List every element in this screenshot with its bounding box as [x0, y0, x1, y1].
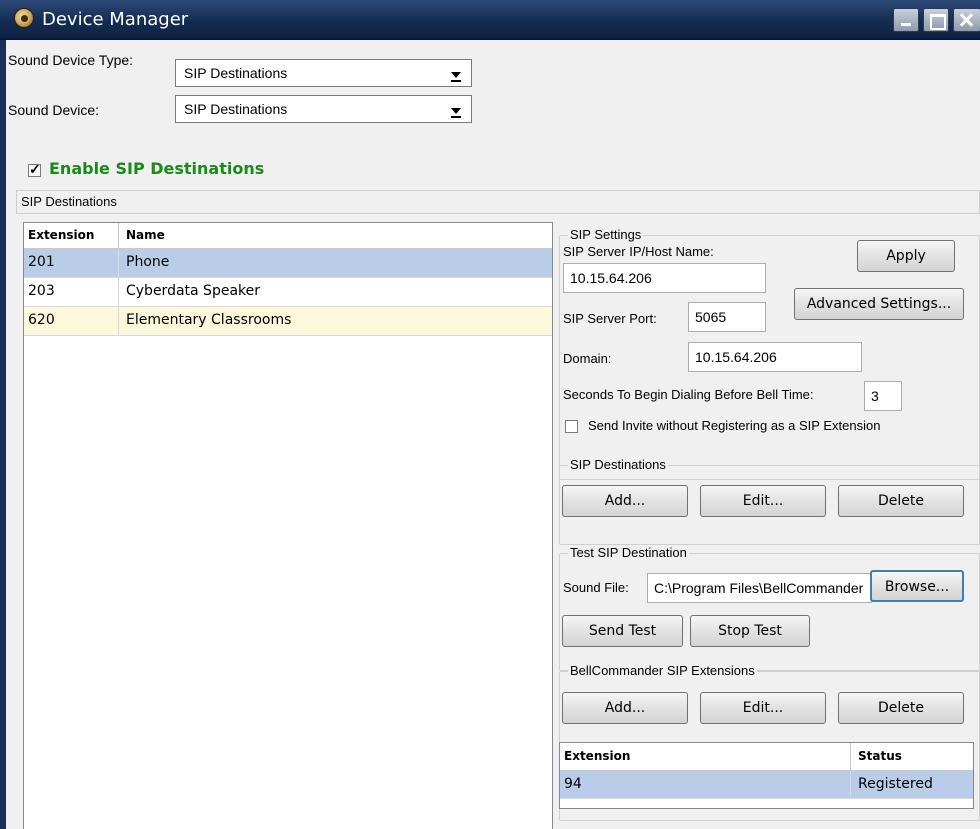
sound-device-select[interactable]: SIP Destinations: [175, 95, 472, 123]
device-type-select[interactable]: SIP Destinations: [175, 59, 472, 87]
list-item[interactable]: 620 Elementary Classrooms: [24, 307, 552, 336]
destinations-section-title: SIP Destinations: [21, 194, 117, 209]
enable-sip-label[interactable]: Enable SIP Destinations: [49, 159, 264, 178]
advanced-settings-button[interactable]: Advanced Settings...: [794, 288, 964, 320]
server-port-label: SIP Server Port:: [563, 311, 657, 326]
domain-label: Domain:: [563, 351, 612, 366]
server-port-field[interactable]: [689, 303, 765, 331]
send-test-button[interactable]: Send Test: [562, 615, 683, 647]
column-header-status[interactable]: Status: [858, 749, 902, 763]
row-name: Elementary Classrooms: [126, 312, 292, 328]
sip-settings-title: SIP Settings: [568, 227, 644, 242]
edit-extension-button[interactable]: Edit...: [700, 692, 826, 724]
extensions-list-header: Extension Status: [560, 743, 973, 771]
sound-device-value: SIP Destinations: [184, 101, 288, 117]
domain-input[interactable]: [688, 342, 862, 372]
app-icon: [14, 8, 34, 28]
row-extension: 620: [28, 312, 55, 328]
column-divider: [118, 249, 119, 277]
sound-file-field[interactable]: [648, 574, 871, 602]
column-divider: [850, 771, 851, 799]
close-button[interactable]: [953, 8, 980, 32]
seconds-before-bell-label: Seconds To Begin Dialing Before Bell Tim…: [563, 387, 814, 402]
server-host-field[interactable]: [564, 264, 765, 292]
sound-file-input[interactable]: [647, 573, 872, 603]
row-name: Phone: [126, 254, 170, 270]
server-port-input[interactable]: [688, 302, 766, 332]
edit-destination-button[interactable]: Edit...: [700, 485, 826, 517]
delete-extension-button[interactable]: Delete: [838, 692, 964, 724]
row-extension: 203: [28, 283, 55, 299]
browse-button[interactable]: Browse...: [870, 570, 964, 602]
title-bar: Device Manager: [0, 0, 980, 40]
apply-button[interactable]: Apply: [857, 240, 955, 272]
row-name: Cyberdata Speaker: [126, 283, 260, 299]
domain-field[interactable]: [689, 343, 861, 371]
destinations-list[interactable]: Extension Name 201 Phone 203 Cyberdata S…: [23, 222, 553, 829]
status-value: Registered: [858, 776, 933, 792]
column-divider[interactable]: [118, 223, 119, 248]
extensions-list[interactable]: Extension Status 94 Registered: [559, 742, 974, 809]
stop-test-button[interactable]: Stop Test: [690, 615, 810, 647]
test-sip-destination-title: Test SIP Destination: [568, 545, 689, 560]
device-type-value: SIP Destinations: [184, 65, 288, 81]
server-host-input[interactable]: [563, 263, 766, 293]
minimize-button[interactable]: [893, 8, 919, 32]
seconds-before-bell-input[interactable]: [864, 381, 902, 411]
add-destination-button[interactable]: Add...: [562, 485, 688, 517]
destinations-section-header: SIP Destinations: [16, 190, 980, 214]
enable-sip-checkbox[interactable]: [28, 161, 41, 178]
list-item[interactable]: 201 Phone: [24, 249, 552, 278]
sound-file-label: Sound File:: [563, 580, 629, 595]
list-item[interactable]: 203 Cyberdata Speaker: [24, 278, 552, 307]
column-header-extension[interactable]: Extension: [564, 749, 630, 763]
server-host-label: SIP Server IP/Host Name:: [563, 244, 714, 259]
device-type-label: Sound Device Type:: [8, 52, 134, 68]
table-row[interactable]: 94 Registered: [560, 771, 973, 799]
row-extension: 201: [28, 254, 55, 270]
window-title: Device Manager: [42, 9, 189, 30]
sip-destinations-group-title: SIP Destinations: [568, 457, 668, 472]
window-client: Sound Device Type: SIP Destinations Soun…: [6, 40, 980, 829]
column-header-extension[interactable]: Extension: [28, 228, 94, 242]
chevron-down-icon[interactable]: [451, 108, 461, 118]
extension-value: 94: [564, 776, 582, 792]
column-divider: [118, 307, 119, 335]
seconds-before-bell-field[interactable]: [865, 382, 901, 410]
send-invite-label[interactable]: Send Invite without Registering as a SIP…: [588, 418, 880, 433]
add-extension-button[interactable]: Add...: [562, 692, 688, 724]
column-divider: [118, 278, 119, 306]
sip-extensions-title: BellCommander SIP Extensions: [568, 663, 757, 678]
delete-destination-button[interactable]: Delete: [838, 485, 964, 517]
column-header-name[interactable]: Name: [126, 228, 165, 242]
send-invite-checkbox[interactable]: [565, 420, 578, 433]
chevron-down-icon[interactable]: [451, 72, 461, 82]
maximize-button[interactable]: [923, 8, 949, 32]
sound-device-label: Sound Device:: [8, 102, 100, 118]
column-divider[interactable]: [850, 743, 851, 771]
destinations-list-header: Extension Name: [24, 223, 552, 249]
